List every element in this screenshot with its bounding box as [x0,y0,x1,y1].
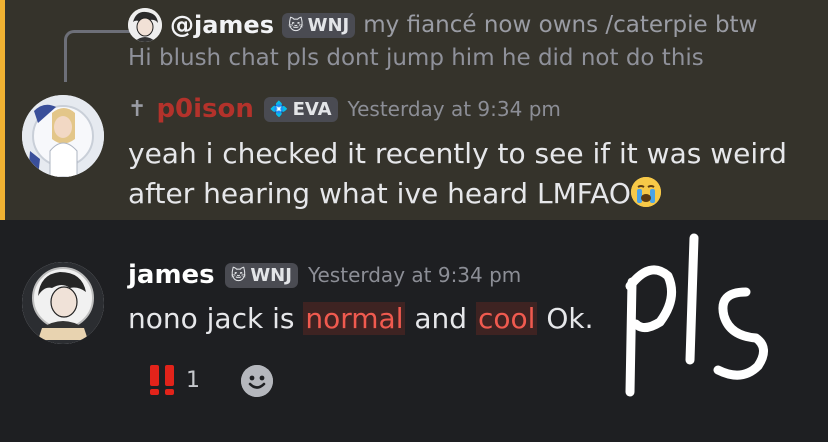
message-text: after hearing what ive heard LMFAO [128,177,631,210]
message-header: ✝ p0ison 💠 EVA Yesterday at 9:34 pm [128,94,561,124]
diamond-icon: 💠 [269,100,289,118]
reply-preview-second-line: Hi blush chat pls dont jump him he did n… [128,45,704,71]
handwritten-pls-drawing [625,233,768,397]
cross-icon: ✝ [128,96,147,122]
add-reaction-button[interactable] [241,365,273,397]
reaction-double-exclamation[interactable]: 1 [148,364,200,396]
reply-author-tag[interactable]: 🐱 WNJ [282,12,356,38]
tag-label: WNJ [307,14,350,36]
message-text: nono jack is [128,302,295,335]
reply-preview-text[interactable]: my fiancé now owns /caterpie btw [363,12,757,38]
reply-preview-row[interactable]: @james 🐱 WNJ my fiancé now owns /caterpi… [128,6,828,44]
reply-author-name[interactable]: @james [170,11,274,39]
username[interactable]: james [128,260,215,290]
reply-author-avatar[interactable] [128,8,162,42]
highlighted-word: normal [303,302,406,335]
message-text-line: yeah i checked it recently to see if it … [128,137,787,170]
reaction-count: 1 [186,367,200,393]
tag-label: WNJ [250,264,292,286]
username[interactable]: p0ison [156,94,253,124]
double-exclamation-icon [150,365,174,395]
timestamp[interactable]: Yesterday at 9:34 pm [348,97,561,121]
user-tag[interactable]: 🐱 WNJ [224,262,298,288]
cat-icon: 🐱 [230,266,247,284]
crying-face-emoji [630,177,661,207]
message-text-line: nono jack is normal and cool Ok. [128,302,593,335]
mention-highlight-bar [0,0,5,220]
tag-label: EVA [292,98,332,120]
user-tag[interactable]: 💠 EVA [263,96,338,122]
message-text: Ok. [546,302,594,335]
highlighted-word: cool [475,302,538,335]
reply-connector-line [64,30,130,82]
message-header: james 🐱 WNJ Yesterday at 9:34 pm [128,260,521,290]
cat-icon: 🐱 [288,16,304,34]
message-text: and [414,302,468,335]
timestamp[interactable]: Yesterday at 9:34 pm [308,263,521,287]
p0ison-avatar[interactable] [22,95,104,177]
smiley-icon [241,365,273,397]
james-avatar[interactable] [22,262,104,344]
message-text-line: after hearing what ive heard LMFAO [128,177,661,210]
